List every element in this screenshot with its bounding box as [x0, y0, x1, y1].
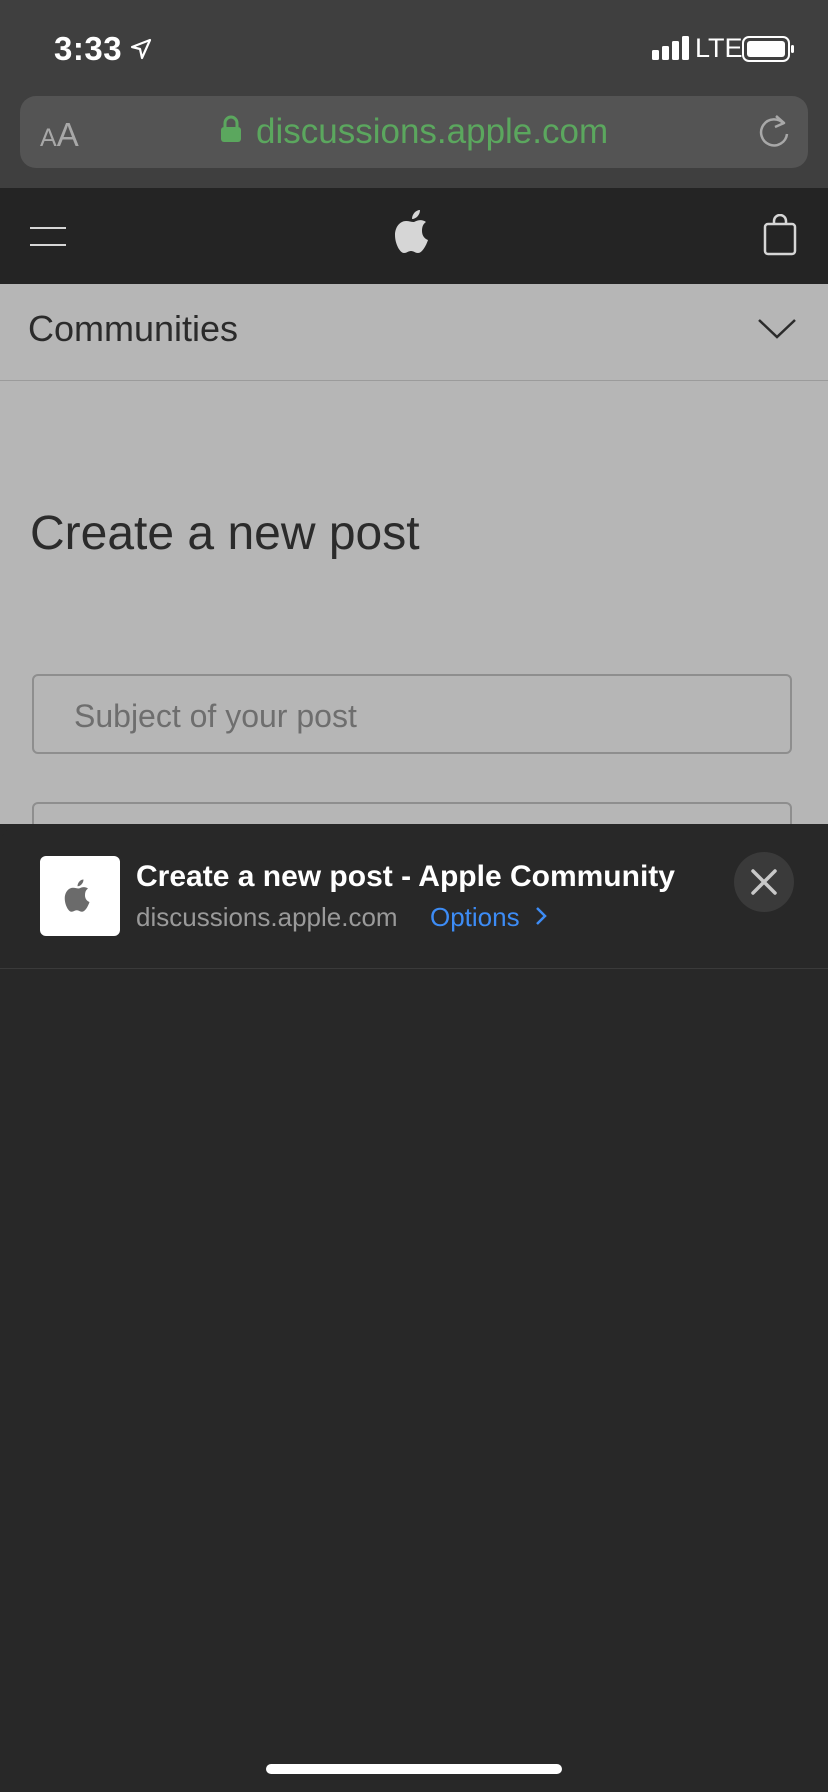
network-type: LTE — [695, 33, 743, 63]
shopping-bag-icon[interactable] — [762, 213, 798, 261]
text-size-button[interactable]: AA — [40, 116, 79, 154]
lock-icon — [220, 115, 242, 148]
post-body-input[interactable] — [32, 802, 792, 824]
communities-label: Communities — [28, 308, 239, 349]
battery-icon — [742, 36, 796, 67]
communities-dropdown[interactable]: Communities — [0, 284, 828, 381]
browser-address-area: AA discussions.apple.com — [0, 92, 828, 188]
subject-placeholder: Subject of your post — [74, 698, 357, 734]
apple-logo-icon — [64, 879, 90, 912]
page-title: Create a new post — [30, 507, 420, 560]
share-sheet: Create a new post - Apple Community disc… — [0, 824, 828, 1792]
signal-bars-icon — [652, 36, 690, 65]
share-sheet-header: Create a new post - Apple Community disc… — [0, 824, 828, 969]
chevron-down-icon[interactable] — [758, 318, 796, 345]
close-button[interactable] — [734, 852, 794, 912]
share-sheet-domain: discussions.apple.com — [136, 902, 398, 932]
status-bar: 3:33 LTE — [0, 0, 828, 92]
global-nav — [0, 188, 828, 284]
url-text[interactable]: discussions.apple.com — [256, 112, 608, 152]
chevron-right-icon — [535, 902, 547, 933]
page-thumbnail — [40, 856, 120, 936]
location-arrow-icon — [130, 38, 152, 65]
reload-icon[interactable] — [756, 112, 792, 155]
close-icon — [751, 869, 777, 895]
address-bar[interactable]: AA discussions.apple.com — [20, 96, 808, 168]
apple-logo-icon[interactable] — [394, 208, 434, 261]
options-button[interactable]: Options — [430, 902, 547, 933]
share-sheet-title: Create a new post - Apple Community — [136, 860, 675, 893]
subject-input[interactable]: Subject of your post — [32, 674, 792, 754]
page-content: Communities Create a new post Subject of… — [0, 284, 828, 824]
status-time: 3:33 — [54, 30, 123, 67]
options-label: Options — [430, 902, 520, 932]
hamburger-menu-icon[interactable] — [30, 226, 68, 253]
home-indicator[interactable] — [266, 1764, 562, 1774]
